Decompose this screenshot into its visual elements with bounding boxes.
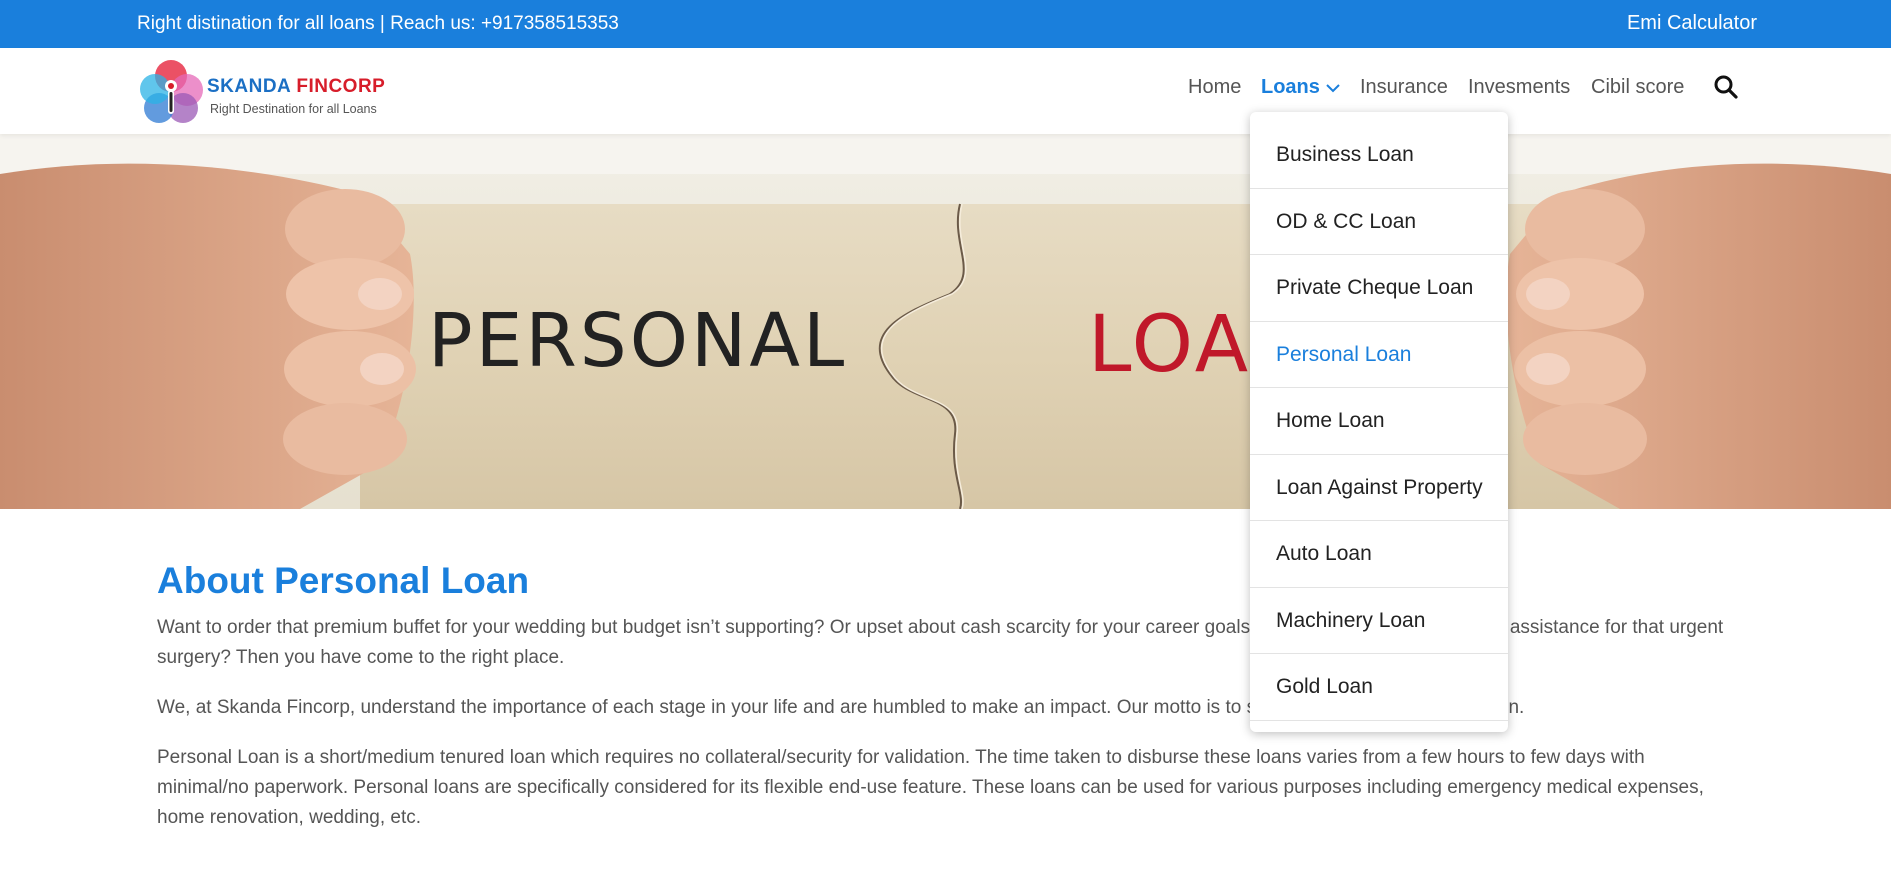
dropdown-item-od-cc-loan[interactable]: OD & CC Loan [1250, 189, 1508, 255]
dropdown-item-machinery-loan[interactable]: Machinery Loan [1250, 588, 1508, 654]
emi-calculator-link[interactable]: Emi Calculator [1627, 12, 1757, 35]
nav-cibil-score[interactable]: Cibil score [1591, 76, 1684, 99]
top-bar-tagline: Right distination for all loans | Reach … [137, 13, 619, 34]
dropdown-item-private-cheque-loan[interactable]: Private Cheque Loan [1250, 255, 1508, 322]
paragraph-definition: Personal Loan is a short/medium tenured … [157, 747, 1704, 828]
nav-loans[interactable]: Loans [1261, 76, 1340, 99]
dropdown-item-personal-loan[interactable]: Personal Loan [1250, 322, 1508, 388]
hero-banner: PERSONAL LOAN [0, 134, 1891, 509]
main-navbar: SKANDA FINCORP Right Destination for all… [0, 48, 1891, 134]
dropdown-item-auto-loan[interactable]: Auto Loan [1250, 521, 1508, 588]
brand-name: SKANDA FINCORP [207, 76, 385, 98]
brand-name-part2: FINCORP [296, 76, 386, 97]
search-icon[interactable] [1713, 74, 1739, 100]
logo[interactable]: SKANDA FINCORP Right Destination for all… [137, 56, 397, 126]
brand-tagline: Right Destination for all Loans [210, 102, 377, 116]
logo-mark-icon [140, 60, 203, 123]
nav-insurance[interactable]: Insurance [1360, 76, 1448, 99]
loans-dropdown-menu: Business Loan OD & CC Loan Private Chequ… [1250, 112, 1508, 732]
hero-word-personal: PERSONAL [428, 298, 847, 384]
nav-home[interactable]: Home [1188, 76, 1241, 99]
dropdown-item-business-loan[interactable]: Business Loan [1250, 122, 1508, 189]
dropdown-item-gold-loan[interactable]: Gold Loan [1250, 654, 1508, 721]
hero-image: PERSONAL LOAN [0, 134, 1891, 509]
nav-loans-label: Loans [1261, 76, 1320, 98]
brand-name-part1: SKANDA [207, 76, 291, 97]
dropdown-item-home-loan[interactable]: Home Loan [1250, 388, 1508, 455]
chevron-down-icon [1326, 84, 1340, 93]
top-bar: Right distination for all loans | Reach … [0, 0, 1891, 48]
dropdown-item-loan-against-property[interactable]: Loan Against Property [1250, 455, 1508, 521]
nav-invesments[interactable]: Invesments [1468, 76, 1570, 99]
